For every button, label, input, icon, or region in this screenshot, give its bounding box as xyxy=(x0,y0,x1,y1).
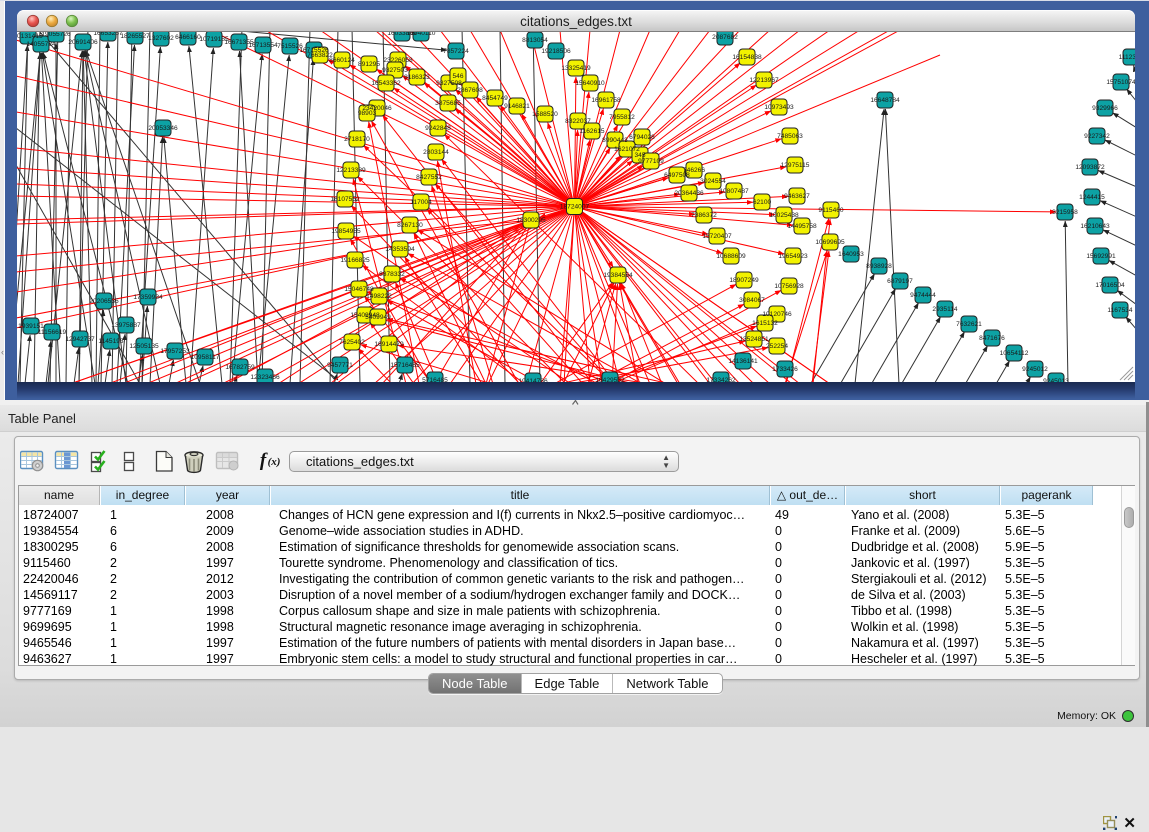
svg-text:(x): (x) xyxy=(268,456,281,468)
